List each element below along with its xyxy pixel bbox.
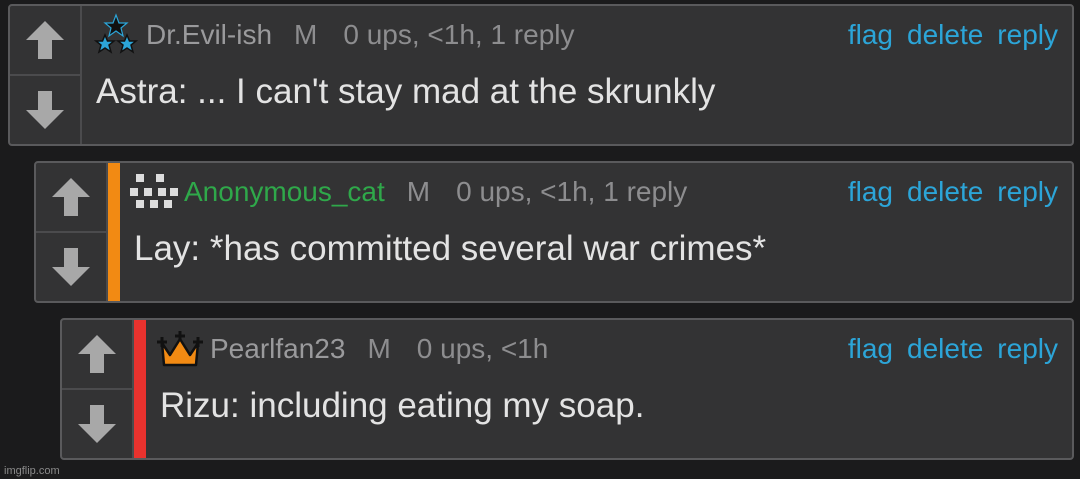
- thread-bar-orange: [108, 163, 120, 301]
- comment-stats: 0 ups, <1h, 1 reply: [343, 19, 575, 50]
- upvote-button[interactable]: [36, 163, 106, 231]
- arrow-up-icon: [52, 178, 90, 216]
- flag-link[interactable]: flag: [848, 176, 893, 208]
- username[interactable]: Pearlfan23: [210, 333, 345, 365]
- comment-actions: flag delete reply: [834, 333, 1058, 365]
- reply-link[interactable]: reply: [997, 19, 1058, 51]
- comment-actions: flag delete reply: [834, 19, 1058, 51]
- arrow-down-icon: [78, 405, 116, 443]
- arrow-up-icon: [78, 335, 116, 373]
- watermark: imgflip.com: [4, 465, 60, 477]
- comment-body: Anonymous_cat M 0 ups, <1h, 1 reply flag…: [120, 163, 1072, 301]
- upvote-button[interactable]: [62, 320, 132, 388]
- comment-stats: 0 ups, <1h: [416, 333, 549, 364]
- arrow-down-icon: [52, 248, 90, 286]
- comment-stats: 0 ups, <1h, 1 reply: [456, 176, 688, 207]
- username[interactable]: Anonymous_cat: [184, 176, 385, 208]
- stars-icon[interactable]: [92, 13, 140, 57]
- vote-column: [62, 320, 134, 458]
- comment-meta: Anonymous_cat M 0 ups, <1h, 1 reply flag…: [130, 171, 1072, 213]
- comment-card: Anonymous_cat M 0 ups, <1h, 1 reply flag…: [34, 161, 1074, 303]
- comment-card: Dr.Evil-ish M 0 ups, <1h, 1 reply flag d…: [8, 4, 1074, 146]
- mod-badge: M: [367, 333, 391, 364]
- reply-link[interactable]: reply: [997, 176, 1058, 208]
- comment-text: Astra: ... I can't stay mad at the skrun…: [96, 72, 716, 111]
- comment-meta: Dr.Evil-ish M 0 ups, <1h, 1 reply flag d…: [92, 13, 1072, 57]
- comment-body: Dr.Evil-ish M 0 ups, <1h, 1 reply flag d…: [82, 6, 1072, 144]
- pixel-face-icon[interactable]: [130, 170, 178, 214]
- arrow-down-icon: [26, 91, 64, 129]
- mod-badge: M: [406, 176, 431, 207]
- delete-link[interactable]: delete: [907, 19, 983, 51]
- delete-link[interactable]: delete: [907, 176, 983, 208]
- arrow-up-icon: [26, 21, 64, 59]
- comment-meta: Pearlfan23 M 0 ups, <1h flag delete repl…: [156, 328, 1072, 370]
- thread-bar-red: [134, 320, 146, 458]
- vote-column: [10, 6, 82, 144]
- downvote-button[interactable]: [62, 388, 132, 458]
- comment-text: Lay: *has committed several war crimes*: [134, 229, 767, 268]
- crown-icon[interactable]: [156, 327, 204, 371]
- comment-text: Rizu: including eating my soap.: [160, 386, 645, 425]
- reply-link[interactable]: reply: [997, 333, 1058, 365]
- username[interactable]: Dr.Evil-ish: [146, 19, 272, 51]
- vote-column: [36, 163, 108, 301]
- upvote-button[interactable]: [10, 6, 80, 74]
- flag-link[interactable]: flag: [848, 333, 893, 365]
- delete-link[interactable]: delete: [907, 333, 983, 365]
- downvote-button[interactable]: [36, 231, 106, 301]
- flag-link[interactable]: flag: [848, 19, 893, 51]
- downvote-button[interactable]: [10, 74, 80, 144]
- comment-card: Pearlfan23 M 0 ups, <1h flag delete repl…: [60, 318, 1074, 460]
- comment-body: Pearlfan23 M 0 ups, <1h flag delete repl…: [146, 320, 1072, 458]
- comment-actions: flag delete reply: [834, 176, 1058, 208]
- mod-badge: M: [294, 19, 318, 50]
